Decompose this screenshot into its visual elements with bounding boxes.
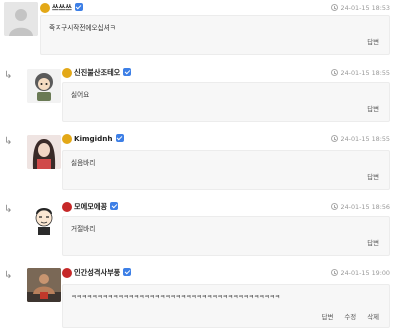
comment-item: ↳ 신진불산조테오 24-01-15 18:55 싫어요 답변 <box>0 64 400 126</box>
comment-time: 24-01-15 18:55 <box>330 134 390 144</box>
comment-actions: 답변 수정 삭제 <box>313 313 379 322</box>
comment-text: 죽ㅈ구시작전에오십셔ㅋ <box>49 24 116 32</box>
comment-time: 24-01-15 19:00 <box>330 268 390 278</box>
comment-actions: 답변 <box>358 38 379 47</box>
reply-button[interactable]: 답변 <box>367 173 379 181</box>
comment-item: ↳ Kimgidnh 24-01-15 18:55 싫음바리 답변 <box>0 130 400 192</box>
comment-item: ↳ 인간성격사부풍 24-01-15 19:00 ㅋㅋㅋㅋㅋㅋㅋㅋㅋㅋㅋㅋㅋㅋㅋ… <box>0 264 400 331</box>
clock-icon <box>330 69 338 76</box>
clock-icon <box>330 135 338 142</box>
level-icon <box>62 202 72 212</box>
username[interactable]: 인간성격사부풍 <box>74 268 132 278</box>
reply-button[interactable]: 답변 <box>367 105 379 113</box>
avatar[interactable] <box>27 268 61 302</box>
comment-body: ㅋㅋㅋㅋㅋㅋㅋㅋㅋㅋㅋㅋㅋㅋㅋㅋㅋㅋㅋㅋㅋㅋㅋㅋㅋㅋㅋㅋㅋㅋㅋㅋㅋㅋㅋㅋㅋㅋㅋㅋ… <box>62 284 390 328</box>
verified-check-icon <box>74 3 83 11</box>
comment-text: 싫어요 <box>71 91 90 99</box>
reply-arrow-icon: ↳ <box>4 70 13 81</box>
reply-button[interactable]: 답변 <box>322 313 334 321</box>
comment-time: 24-01-15 18:53 <box>330 3 390 13</box>
comment-text: 싫음바리 <box>71 159 96 167</box>
username[interactable]: 신진불산조테오 <box>74 68 132 78</box>
verified-check-icon <box>123 268 132 276</box>
clock-icon <box>330 4 338 11</box>
avatar[interactable] <box>27 69 61 103</box>
verified-check-icon <box>110 202 119 210</box>
comment-actions: 답변 <box>358 173 379 182</box>
reply-button[interactable]: 답변 <box>367 38 379 46</box>
level-icon <box>62 134 72 144</box>
comment-body: 거절바리 답변 <box>62 216 390 256</box>
comment-text: ㅋㅋㅋㅋㅋㅋㅋㅋㅋㅋㅋㅋㅋㅋㅋㅋㅋㅋㅋㅋㅋㅋㅋㅋㅋㅋㅋㅋㅋㅋㅋㅋㅋㅋㅋㅋㅋㅋㅋㅋ <box>71 294 280 301</box>
level-icon <box>40 3 50 13</box>
comment-body: 죽ㅈ구시작전에오십셔ㅋ 답변 <box>40 15 390 55</box>
comment-time: 24-01-15 18:55 <box>330 68 390 78</box>
comment-actions: 답변 <box>358 105 379 114</box>
reply-arrow-icon: ↳ <box>4 270 13 281</box>
reply-arrow-icon: ↳ <box>4 136 13 147</box>
verified-check-icon <box>115 134 124 142</box>
reply-button[interactable]: 답변 <box>367 239 379 247</box>
photo-avatar-icon <box>27 268 61 302</box>
character-avatar-icon <box>27 69 61 103</box>
clock-icon <box>330 269 338 276</box>
edit-button[interactable]: 수정 <box>344 313 356 321</box>
level-icon <box>62 268 72 278</box>
cartoon-avatar-icon <box>27 202 61 236</box>
comment-text: 거절바리 <box>71 225 96 233</box>
avatar[interactable] <box>27 202 61 236</box>
comment-time: 24-01-15 18:56 <box>330 202 390 212</box>
comment-actions: 답변 <box>358 239 379 248</box>
comment-item: ↳ 모에모에꽁 24-01-15 18:56 거절바리 답변 <box>0 198 400 260</box>
photo-avatar-icon <box>27 135 61 169</box>
avatar[interactable] <box>4 2 38 36</box>
comment-body: 싫어요 답변 <box>62 82 390 122</box>
username[interactable]: 쓰쓰쓰 <box>52 3 83 13</box>
avatar[interactable] <box>27 135 61 169</box>
username[interactable]: 모에모에꽁 <box>74 202 119 212</box>
reply-arrow-icon: ↳ <box>4 204 13 215</box>
comment-body: 싫음바리 답변 <box>62 150 390 190</box>
default-user-icon <box>4 2 38 36</box>
verified-check-icon <box>123 68 132 76</box>
delete-button[interactable]: 삭제 <box>367 313 379 321</box>
clock-icon <box>330 203 338 210</box>
level-icon <box>62 68 72 78</box>
username[interactable]: Kimgidnh <box>74 134 124 144</box>
comment-item: 쓰쓰쓰 24-01-15 18:53 죽ㅈ구시작전에오십셔ㅋ 답변 <box>0 0 400 62</box>
